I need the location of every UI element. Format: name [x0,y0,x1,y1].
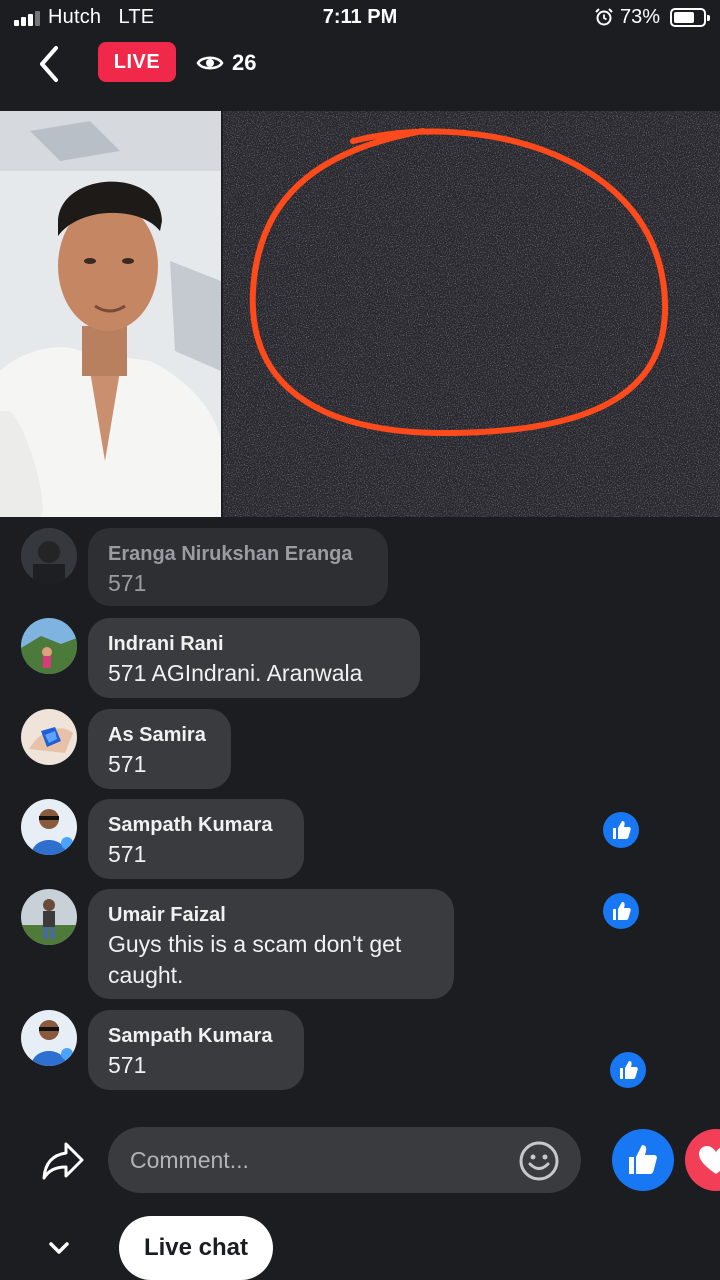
comment-composer [0,1124,720,1196]
chevron-down-icon[interactable] [44,1236,74,1260]
avatar[interactable] [21,889,77,945]
avatar[interactable] [21,1010,77,1066]
alarm-icon [595,8,613,26]
camera-feed [0,111,221,517]
avatar[interactable] [21,799,77,855]
comment-bubble: Sampath Kumara 571 [88,799,304,879]
commenter-name[interactable]: As Samira [108,721,211,749]
comment-bubble: As Samira 571 [88,709,231,789]
bottom-row: Live chat [0,1216,720,1280]
commenter-name[interactable]: Indrani Rani [108,630,400,658]
live-video[interactable] [0,111,720,517]
love-reaction-button[interactable] [685,1129,720,1191]
commenter-name[interactable]: Sampath Kumara [108,811,284,839]
avatar[interactable] [21,709,77,765]
host-video-frame [0,111,221,517]
screen-share-feed [223,111,720,517]
viewer-count-value: 26 [232,50,257,75]
battery-icon [670,8,710,27]
avatar[interactable] [21,618,77,674]
thumbs-up-icon [629,1145,657,1174]
commenter-name[interactable]: Sampath Kumara [108,1022,284,1050]
comment-text: 571 [108,1052,147,1078]
comment-input[interactable] [108,1127,581,1193]
comment-text: 571 [108,751,147,777]
eye-icon [196,56,224,70]
thumbs-up-icon [610,1052,646,1088]
avatar[interactable] [21,528,77,584]
comment-bubble: Indrani Rani 571 AGIndrani. Aranwala [88,618,420,698]
comment-text: 571 [108,841,147,867]
battery-percent: 73% [620,6,661,28]
live-badge: LIVE [98,42,176,82]
comment-text: 571 AGIndrani. Aranwala [108,660,363,686]
comment-bubble: Sampath Kumara 571 [88,1010,304,1090]
noisy-screen-frame [223,111,720,517]
viewer-count: 26 [196,50,256,76]
commenter-name[interactable]: Umair Faizal [108,901,434,929]
comment-bubble: Umair Faizal Guys this is a scam don't g… [88,889,454,999]
thumbs-up-icon [603,893,639,929]
comment-text: Guys this is a scam don't get caught. [108,931,402,988]
status-bar: Hutch LTE 7:11 PM 73% [0,0,720,36]
smiley-icon[interactable] [518,1140,560,1182]
commenter-name[interactable]: Eranga Nirukshan Eranga [108,540,368,568]
thumbs-up-icon [603,812,639,848]
top-bar: LIVE 26 [0,38,720,94]
like-reaction-button[interactable] [612,1129,674,1191]
heart-icon [699,1146,720,1174]
share-icon[interactable] [40,1138,86,1182]
comment-bubble: Eranga Nirukshan Eranga 571 [88,528,388,606]
comment-text: 571 [108,570,147,596]
live-chat-button[interactable]: Live chat [119,1216,273,1280]
chevron-left-icon[interactable] [30,42,74,86]
